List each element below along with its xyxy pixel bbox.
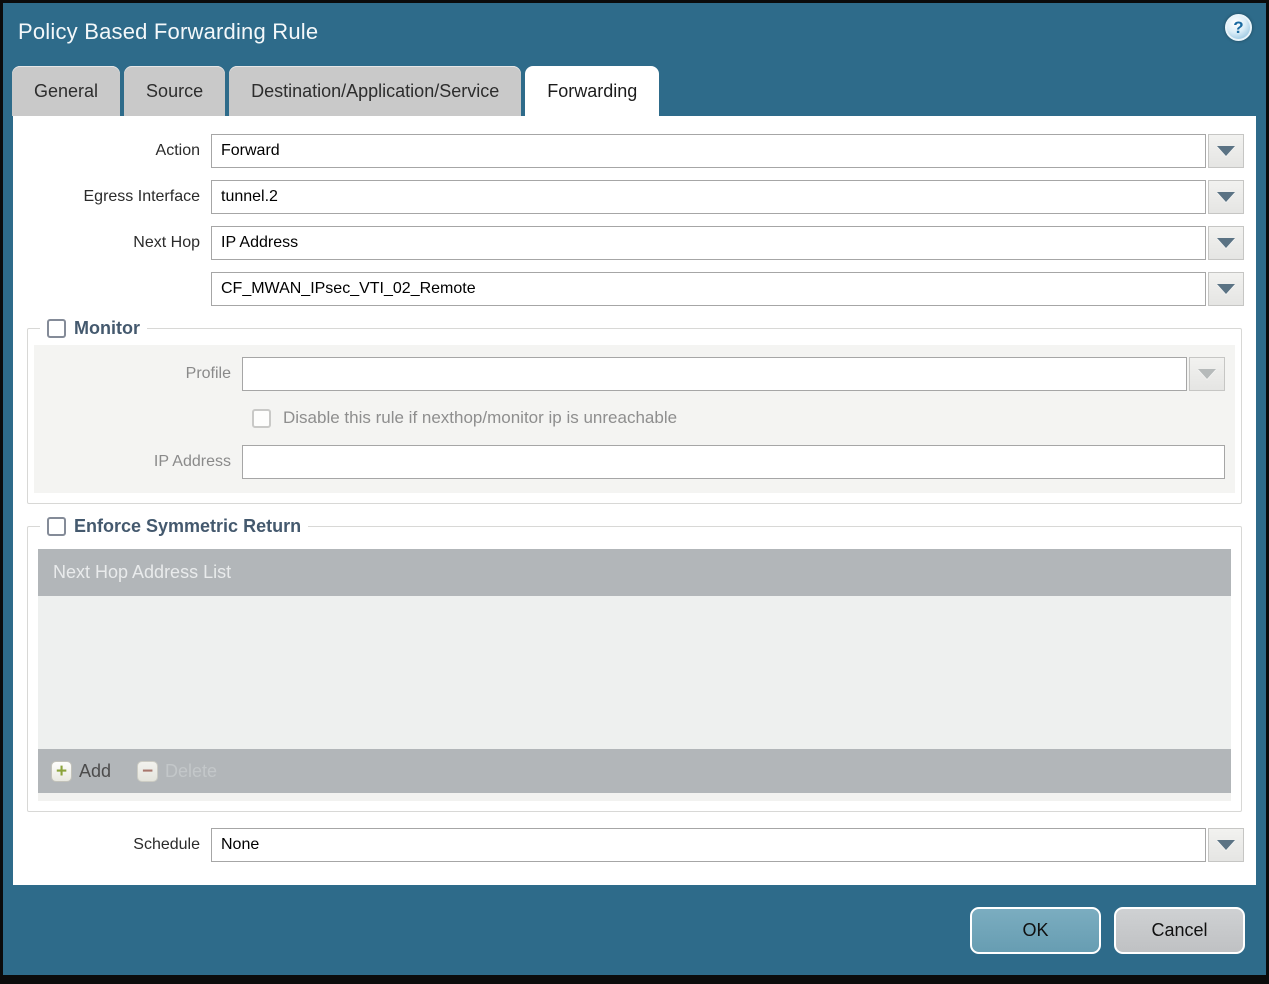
forwarding-tab-panel: Action Egress Interface Next Hop: [13, 116, 1256, 885]
egress-interface-input[interactable]: [211, 180, 1206, 214]
chevron-down-icon: [1217, 284, 1235, 294]
monitor-profile-row: Profile: [34, 357, 1235, 391]
schedule-label: Schedule: [133, 836, 200, 853]
monitor-ip-address-row: IP Address: [34, 445, 1235, 479]
monitor-checkbox[interactable]: [47, 319, 66, 338]
add-button-label: Add: [79, 760, 112, 781]
tab-general[interactable]: General: [12, 66, 121, 116]
dialog-titlebar: Policy Based Forwarding Rule ?: [3, 3, 1266, 63]
next-hop-address-list-body[interactable]: [38, 596, 1231, 749]
action-dropdown-button[interactable]: [1208, 134, 1244, 168]
next-hop-type-dropdown-button[interactable]: [1208, 226, 1244, 260]
chevron-down-icon: [1198, 369, 1216, 379]
egress-interface-label: Egress Interface: [83, 188, 201, 205]
action-input[interactable]: [211, 134, 1206, 168]
schedule-input[interactable]: [211, 828, 1206, 862]
monitor-profile-label: Profile: [185, 365, 231, 382]
enforce-symmetric-return-checkbox[interactable]: [47, 517, 66, 536]
enforce-symmetric-return-fieldset: Enforce Symmetric Return Next Hop Addres…: [27, 516, 1242, 812]
monitor-profile-dropdown-button: [1189, 357, 1225, 391]
next-hop-type-input[interactable]: [211, 226, 1206, 260]
tab-source[interactable]: Source: [124, 66, 226, 116]
delete-minus-icon: −: [137, 760, 159, 782]
next-hop-address-list-toolbar: + Add − Delete: [38, 749, 1231, 793]
enforce-symmetric-return-legend: Enforce Symmetric Return: [40, 516, 308, 537]
monitor-ip-address-label: IP Address: [153, 453, 231, 470]
tab-forwarding[interactable]: Forwarding: [525, 66, 660, 116]
tab-strip: General Source Destination/Application/S…: [3, 63, 1266, 116]
next-hop-address-list-table: Next Hop Address List + Add − Delete: [38, 549, 1231, 793]
next-hop-address-list-header: Next Hop Address List: [38, 549, 1231, 596]
chevron-down-icon: [1217, 238, 1235, 248]
delete-button: − Delete: [137, 760, 218, 782]
disable-rule-checkbox: [252, 408, 271, 428]
tab-destination-application-service[interactable]: Destination/Application/Service: [229, 66, 522, 116]
monitor-profile-input: [242, 357, 1187, 391]
monitor-panel: Profile Disable this rule if nexthop/mon…: [34, 345, 1235, 493]
pbf-rule-dialog: Policy Based Forwarding Rule ? General S…: [0, 0, 1269, 984]
cancel-button[interactable]: Cancel: [1114, 906, 1245, 954]
monitor-legend: Monitor: [40, 318, 147, 339]
next-hop-address-input[interactable]: [211, 272, 1206, 306]
action-label: Action: [155, 142, 200, 159]
egress-interface-dropdown-button[interactable]: [1208, 180, 1244, 214]
next-hop-row: Next Hop: [25, 226, 1244, 260]
add-plus-icon: +: [51, 760, 72, 782]
monitor-ip-address-input: [242, 445, 1225, 479]
dialog-title: Policy Based Forwarding Rule: [18, 19, 319, 44]
chevron-down-icon: [1217, 192, 1235, 202]
chevron-down-icon: [1217, 146, 1235, 156]
enforce-symmetric-return-legend-label: Enforce Symmetric Return: [74, 516, 302, 536]
monitor-fieldset: Monitor Profile Disable this rule if nex…: [27, 318, 1242, 504]
next-hop-label: Next Hop: [133, 234, 200, 251]
next-hop-address-dropdown-button[interactable]: [1208, 272, 1244, 306]
monitor-disable-rule-row: Disable this rule if nexthop/monitor ip …: [252, 404, 1235, 432]
help-icon[interactable]: ?: [1225, 14, 1252, 41]
dialog-footer: OK Cancel: [3, 885, 1266, 975]
add-button[interactable]: + Add: [51, 760, 112, 782]
next-hop-address-row: [25, 272, 1244, 306]
schedule-row: Schedule: [25, 828, 1244, 862]
egress-interface-row: Egress Interface: [25, 180, 1244, 214]
delete-button-label: Delete: [165, 760, 218, 781]
disable-rule-label: Disable this rule if nexthop/monitor ip …: [283, 408, 678, 427]
schedule-dropdown-button[interactable]: [1208, 828, 1244, 862]
table-bottom-strip: [38, 793, 1231, 801]
monitor-legend-label: Monitor: [74, 318, 140, 338]
action-row: Action: [25, 134, 1244, 168]
ok-button[interactable]: OK: [970, 906, 1101, 954]
chevron-down-icon: [1217, 840, 1235, 850]
